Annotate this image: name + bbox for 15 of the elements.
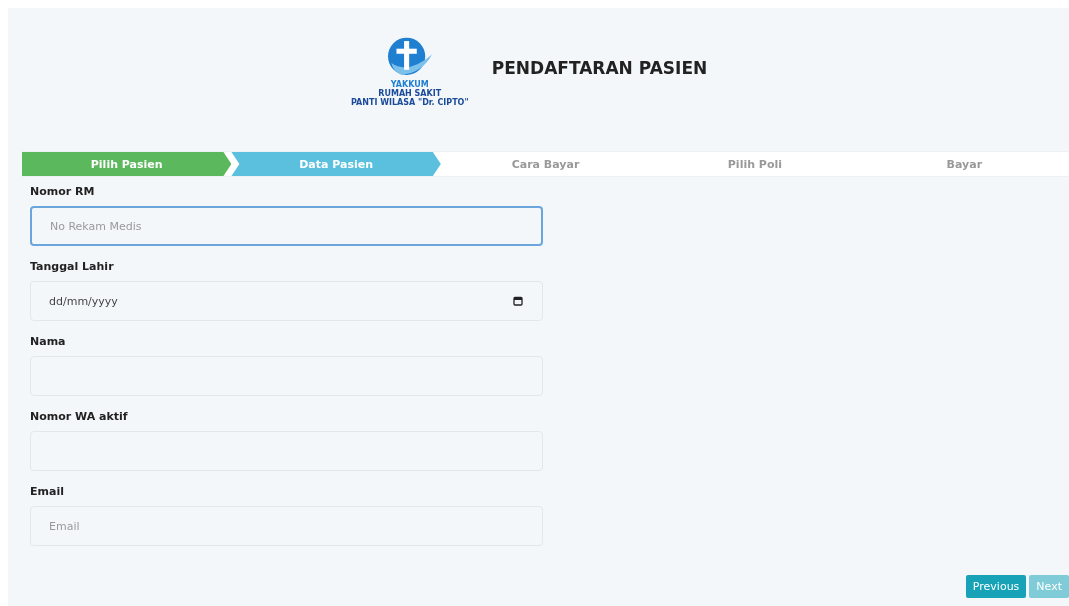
field-label: Nama xyxy=(30,335,67,348)
field-label: Nomor RM xyxy=(30,185,96,198)
logo-text: RUMAH SAKIT xyxy=(378,89,442,98)
field-label: Tanggal Lahir xyxy=(30,260,115,273)
page-title: PENDAFTARAN PASIEN xyxy=(491,58,708,78)
date-field[interactable]: dd/mm/yyyy xyxy=(30,281,543,321)
field-label: Email xyxy=(30,485,65,498)
wizard-step[interactable]: Data Pasien xyxy=(231,152,441,176)
logo-text: PANTI WILASA "Dr. CIPTO" xyxy=(350,98,469,107)
wizard-step[interactable]: Pilih Pasien xyxy=(22,152,232,176)
previous-button[interactable]: Previous xyxy=(965,575,1027,598)
field-label: Nomor WA aktif xyxy=(30,410,129,423)
input-field[interactable]: No Rekam Medis xyxy=(30,206,543,246)
calendar-icon[interactable] xyxy=(513,296,523,306)
logo-text: YAKKUM xyxy=(390,80,429,89)
